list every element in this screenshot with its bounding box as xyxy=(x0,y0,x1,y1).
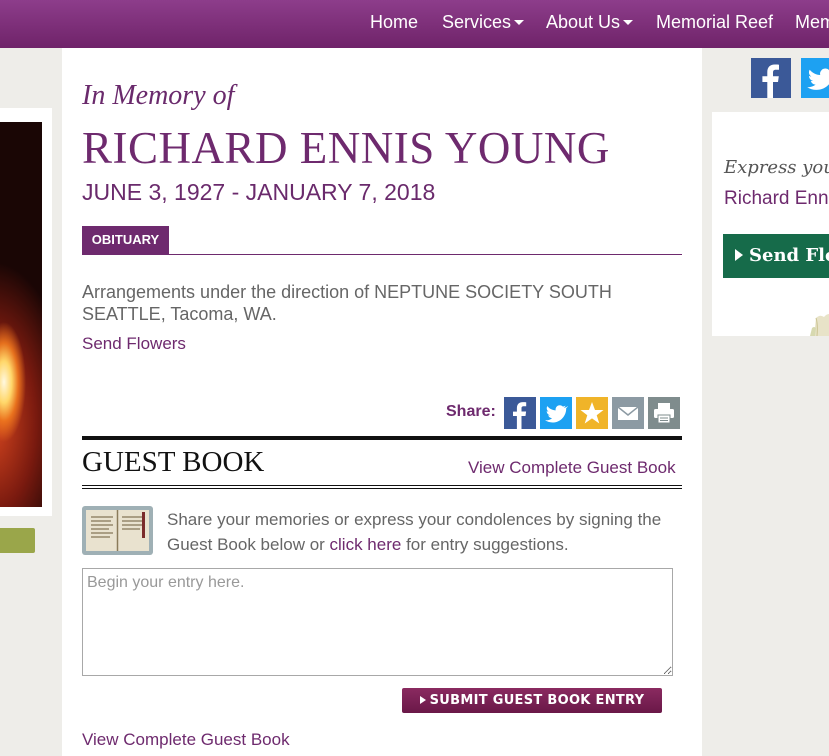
nav-item-label: Services xyxy=(442,12,512,32)
sidebar-name-text: Richard Enn xyxy=(724,188,829,209)
nav-item-memorials[interactable]: Mem xyxy=(795,12,829,33)
caret-down-icon xyxy=(514,20,525,25)
view-complete-guestbook-link[interactable]: View Complete Guest Book xyxy=(468,458,676,478)
guestbook-title: GUEST BOOK xyxy=(82,446,265,478)
submit-guestbook-entry-button[interactable]: SUBMIT GUEST BOOK ENTRY xyxy=(402,688,662,713)
share-favorite-button[interactable] xyxy=(576,397,608,429)
nav-item-label: Memorial Reef xyxy=(656,12,774,32)
sidebar-express-text: Express your xyxy=(724,157,829,178)
view-complete-guestbook-link-bottom[interactable]: View Complete Guest Book xyxy=(82,730,290,750)
share-facebook-button[interactable] xyxy=(504,397,536,429)
divider xyxy=(82,436,682,440)
share-label: Share: xyxy=(446,403,496,420)
candle-photo xyxy=(0,122,42,507)
left-column-button[interactable] xyxy=(0,528,35,553)
guestbook-entry-textarea[interactable] xyxy=(82,568,673,676)
play-triangle-icon xyxy=(419,696,426,704)
button-label: SUBMIT GUEST BOOK ENTRY xyxy=(429,693,645,708)
sidebar-facebook-button[interactable] xyxy=(751,58,791,98)
life-dates: JUNE 3, 1927 - JANUARY 7, 2018 xyxy=(82,179,436,205)
nav-item-label: Mem xyxy=(795,12,829,32)
in-memory-heading: In Memory of xyxy=(82,80,235,111)
tab-obituary[interactable]: OBITUARY xyxy=(82,226,169,254)
sidebar-send-flowers-button[interactable]: Send Flo xyxy=(723,234,829,278)
obituary-text: Arrangements under the direction of NEPT… xyxy=(82,282,612,324)
share-twitter-button[interactable] xyxy=(540,397,572,429)
nav-item-memorial-reef[interactable]: Memorial Reef xyxy=(656,12,773,33)
share-email-button[interactable] xyxy=(612,397,644,429)
guestbook-icon xyxy=(82,506,153,555)
deceased-name: RICHARD ENNIS YOUNG xyxy=(82,123,610,173)
play-triangle-icon xyxy=(735,249,743,261)
sidebar-flowers-panel: Express your Richard Enn Send Flo xyxy=(712,112,829,336)
share-print-button[interactable] xyxy=(648,397,680,429)
button-label: Send Flo xyxy=(749,245,829,266)
nav-item-about-us[interactable]: About Us xyxy=(546,12,634,33)
sidebar-twitter-button[interactable] xyxy=(801,58,829,98)
caret-down-icon xyxy=(623,20,634,25)
guestbook-intro: Share your memories or express your cond… xyxy=(167,507,687,557)
nav-item-label: Home xyxy=(370,12,419,32)
entry-suggestions-link[interactable]: click here xyxy=(330,535,402,554)
nav-item-home[interactable]: Home xyxy=(370,12,418,33)
divider xyxy=(82,488,682,489)
intro-text: for entry suggestions. xyxy=(401,535,569,554)
divider xyxy=(82,254,682,255)
send-flowers-link[interactable]: Send Flowers xyxy=(82,334,186,354)
flowers-image xyxy=(810,313,829,336)
divider xyxy=(82,485,682,486)
nav-item-label: About Us xyxy=(546,12,621,32)
nav-item-services[interactable]: Services xyxy=(442,12,525,33)
top-navigation: Home Services About Us Memorial Reef Mem xyxy=(0,0,829,48)
